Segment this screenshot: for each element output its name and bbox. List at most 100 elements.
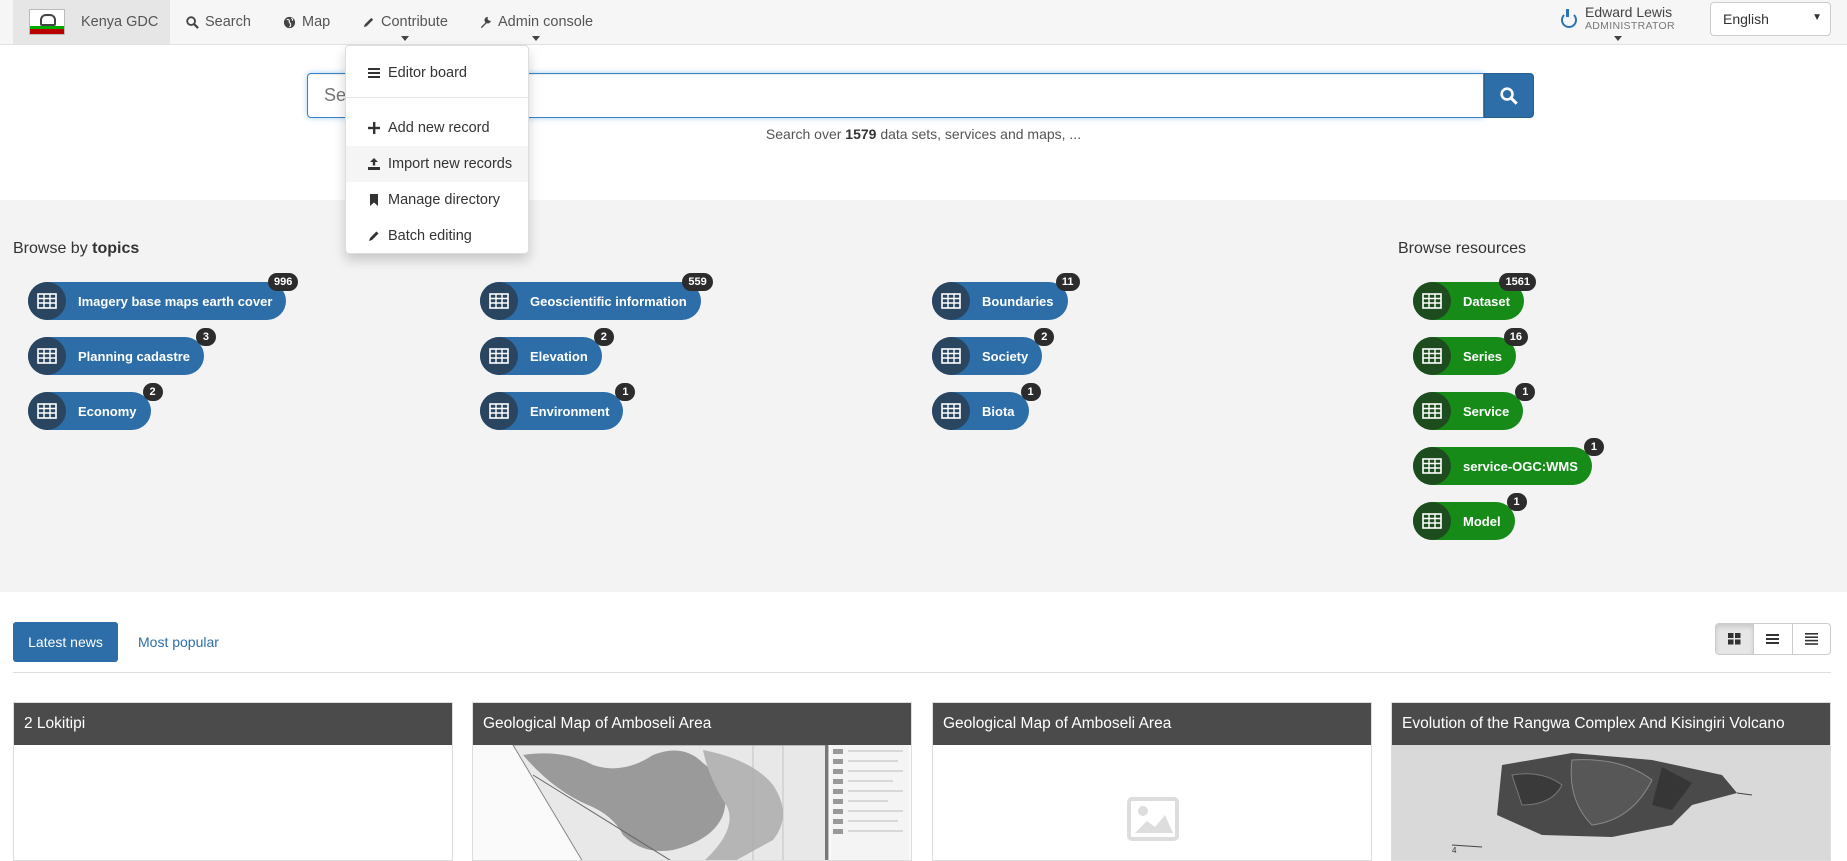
count-badge: 1 [615,383,636,401]
table-icon [1413,392,1451,430]
topic-elevation[interactable]: Elevation 2 [480,328,614,375]
count-badge: 11 [1055,273,1080,291]
power-icon [1561,9,1577,28]
tab-most-popular[interactable]: Most popular [138,622,219,662]
menu-divider [346,97,528,98]
bookmark-icon [370,194,378,206]
image-placeholder-icon [1127,797,1179,841]
topic-geoscientific-information[interactable]: Geoscientific information 559 [480,273,713,320]
table-icon [932,337,970,375]
nav-contribute-label: Contribute [381,14,448,30]
user-menu[interactable]: Edward Lewis ADMINISTRATOR [1561,4,1675,44]
topic-planning-cadastre[interactable]: Planning cadastre 3 [28,328,216,375]
resource-model[interactable]: Model 1 [1413,493,1527,540]
search-hint: Search over 1579 data sets, services and… [0,126,1847,142]
resource-label: Dataset [1463,293,1510,309]
kenya-gdc-logo [29,9,65,35]
search-button[interactable] [1484,73,1534,118]
resource-label: service-OGC:WMS [1463,458,1578,474]
nav-contribute[interactable]: Contribute [362,0,448,44]
nav-map-label: Map [302,14,331,30]
topic-label: Biota [982,403,1015,419]
topic-economy[interactable]: Economy 2 [28,383,163,430]
table-icon [28,282,66,320]
table-icon [480,392,518,430]
count-badge: 16 [1503,328,1529,346]
list-view-button[interactable] [1754,624,1793,654]
count-badge: 3 [195,328,216,346]
menu-item-add-new-record[interactable]: Add new record [346,110,528,146]
nav-admin-console[interactable]: Admin console [479,0,593,44]
table-icon [1413,447,1451,485]
brand-home-link[interactable]: Kenya GDC [13,0,170,44]
svg-text:4: 4 [1452,846,1457,855]
topic-boundaries[interactable]: Boundaries 11 [932,273,1080,320]
count-badge: 996 [268,273,299,291]
nav-map[interactable]: Map [283,0,330,44]
grid-view-button[interactable] [1716,624,1755,654]
topic-label: Geoscientific information [530,293,687,309]
menu-item-batch-editing[interactable]: Batch editing [346,218,528,254]
pencil-icon [369,231,379,241]
browse-topics-prefix: Browse by [13,240,88,257]
globe-icon [283,16,296,28]
news-card[interactable]: Geological Map of Amboseli Area [932,702,1372,861]
topic-label: Imagery base maps earth cover [78,293,273,309]
select-arrow-icon: ▼ [1812,12,1822,23]
menu-item-label: Manage directory [388,192,501,208]
resource-series[interactable]: Series 16 [1413,328,1529,375]
topic-label: Planning cadastre [78,348,190,364]
top-navbar: Kenya GDC Search Map Contribute Admin co… [0,0,1847,45]
topic-society[interactable]: Society 2 [932,328,1055,375]
language-select[interactable]: English ▼ [1710,2,1831,36]
view-mode-toggle [1715,623,1831,655]
browse-topics-bold: topics [92,240,140,257]
menu-item-editor-board[interactable]: Editor board [346,55,528,91]
resource-dataset[interactable]: Dataset 1561 [1413,273,1536,320]
image-placeholder [933,745,1371,860]
contribute-dropdown-menu: Editor board Add new record Import new r… [345,45,529,254]
resource-service[interactable]: Service 1 [1413,383,1536,430]
browse-topics-title: Browse by topics [13,240,139,258]
user-name: Edward Lewis [1585,4,1673,20]
nav-admin-console-label: Admin console [498,14,594,30]
menu-item-import-new-records[interactable]: Import new records [346,146,528,182]
record-count: 1579 [845,126,877,142]
topic-label: Economy [78,403,137,419]
search-hint-suffix: data sets, services and maps, ... [880,126,1082,142]
topic-label: Boundaries [982,293,1054,309]
resource-label: Service [1463,403,1510,419]
menu-item-label: Import new records [388,156,513,172]
map-thumbnail [473,744,911,860]
table-icon [1413,337,1451,375]
table-icon [1413,282,1451,320]
topic-environment[interactable]: Environment 1 [480,383,636,430]
count-badge: 2 [593,328,614,346]
count-badge: 2 [142,383,163,401]
card-title: Evolution of the Rangwa Complex And Kisi… [1392,703,1830,745]
nav-search[interactable]: Search [186,0,251,44]
menu-item-label: Editor board [388,65,467,81]
table-icon [932,392,970,430]
table-icon [1413,502,1451,540]
topic-imagery-base-maps-earth-cover[interactable]: Imagery base maps earth cover 996 [28,273,299,320]
resource-label: Model [1463,513,1501,529]
news-card[interactable]: Evolution of the Rangwa Complex And Kisi… [1391,702,1831,861]
grid-icon [1728,633,1741,645]
list-icon [368,68,380,78]
topic-biota[interactable]: Biota 1 [932,383,1041,430]
user-role: ADMINISTRATOR [1585,20,1675,32]
upload-icon [368,158,380,170]
menu-item-manage-directory[interactable]: Manage directory [346,182,528,218]
compact-view-button[interactable] [1793,624,1830,654]
resource-label: Series [1463,348,1503,364]
news-card[interactable]: Geological Map of Amboseli Area [472,702,912,861]
count-badge: 1 [1515,383,1536,401]
browse-resources-title: Browse resources [1398,240,1527,257]
news-card[interactable]: 2 Lokitipi [13,702,453,861]
resource-service-ogc-wms[interactable]: service-OGC:WMS 1 [1413,438,1604,485]
search-icon [186,15,199,29]
search-hint-prefix: Search over [765,126,842,142]
tab-latest-news[interactable]: Latest news [13,622,118,662]
list-icon [1766,634,1780,644]
